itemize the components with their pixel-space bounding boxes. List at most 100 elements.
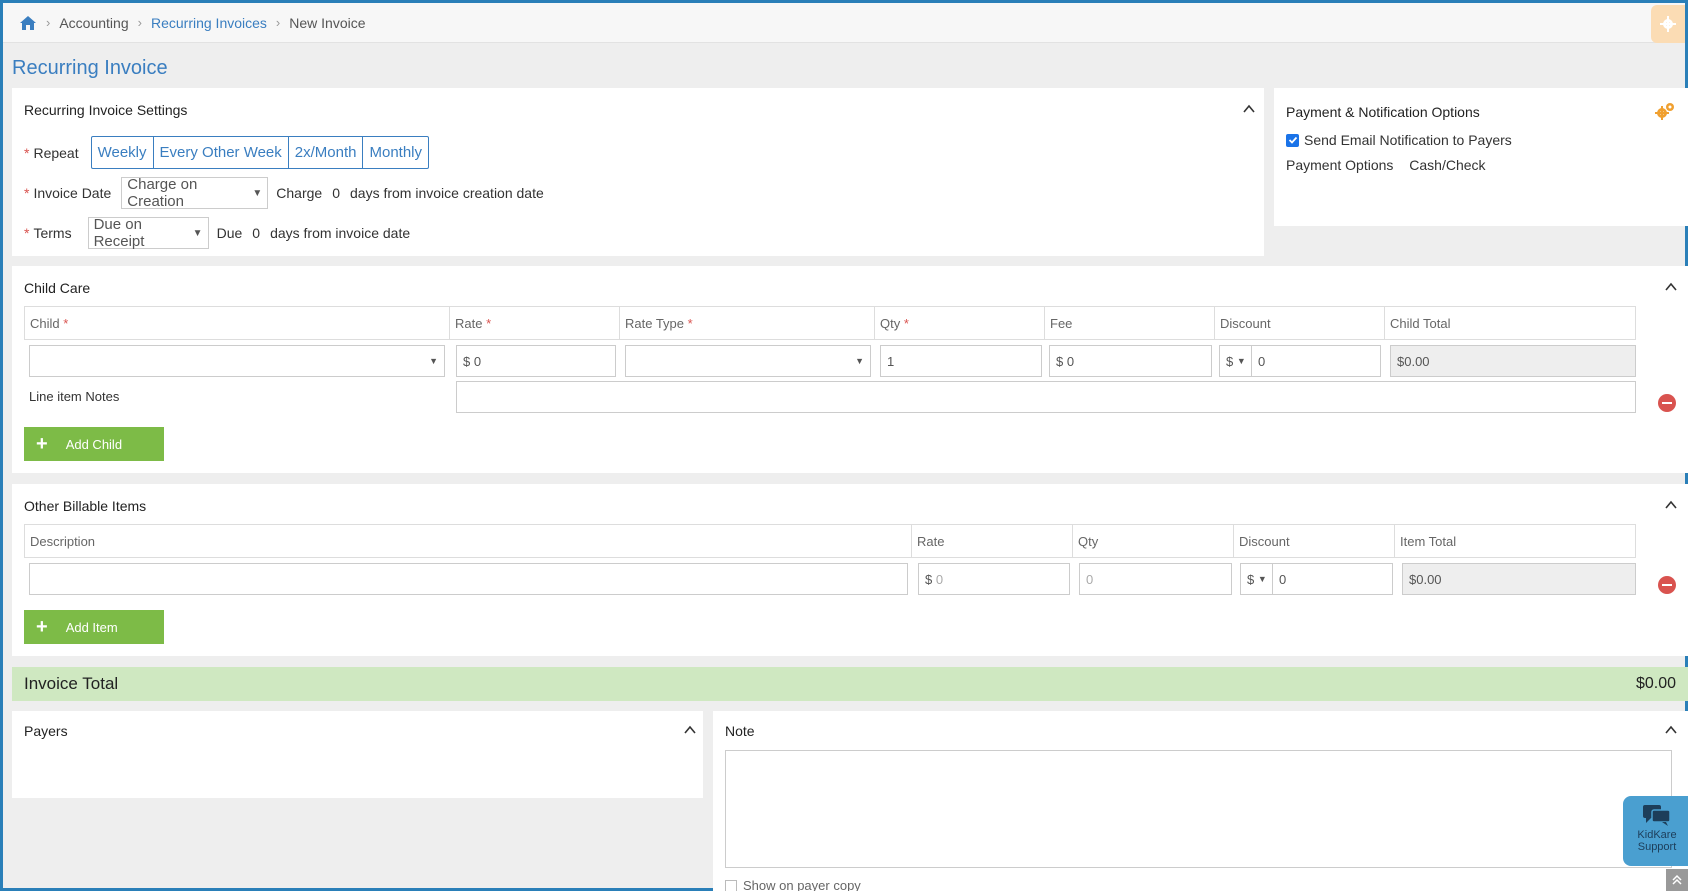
support-label-1: KidKare xyxy=(1637,829,1677,841)
show-on-payer-checkbox[interactable] xyxy=(725,879,737,891)
invoice-date-label: Invoice Date xyxy=(33,185,112,201)
fee-input[interactable]: $ 0 xyxy=(1049,345,1212,377)
breadcrumb-recurring-invoices[interactable]: Recurring Invoices xyxy=(151,15,267,31)
payment-options-label: Payment Options xyxy=(1286,157,1394,173)
note-title: Note xyxy=(725,723,755,739)
payment-panel: Payment & Notification Options Send Emai… xyxy=(1274,88,1688,226)
invoice-date-row: * Invoice Date Charge on Creation ▼ Char… xyxy=(24,176,544,210)
chevron-right-icon: › xyxy=(137,15,142,30)
repeat-every-other-week[interactable]: Every Other Week xyxy=(154,137,289,168)
chevron-right-icon: › xyxy=(275,15,281,30)
col-description: Description xyxy=(24,524,911,558)
send-email-row: Send Email Notification to Payers xyxy=(1286,132,1512,148)
due-days[interactable]: 0 xyxy=(252,225,260,241)
payment-options-value: Cash/Check xyxy=(1409,157,1486,173)
col-rate-type: Rate Type * xyxy=(619,306,874,340)
chevron-up-icon[interactable] xyxy=(1664,498,1678,512)
charge-prefix: Charge xyxy=(276,185,323,201)
send-email-label: Send Email Notification to Payers xyxy=(1304,132,1512,148)
support-label-2: Support xyxy=(1637,841,1677,853)
charge-suffix: days from invoice creation date xyxy=(350,185,544,201)
child-select[interactable]: ▼ xyxy=(29,345,445,377)
caret-down-icon: ▼ xyxy=(1257,574,1267,584)
due-suffix: days from invoice date xyxy=(270,225,411,241)
repeat-weekly[interactable]: Weekly xyxy=(92,137,154,168)
col-rate: Rate * xyxy=(449,306,619,340)
repeat-label: Repeat xyxy=(33,144,79,161)
terms-value: Due on Receipt xyxy=(93,216,145,250)
terms-row: * Terms Due on Receipt ▼ Due 0 days from… xyxy=(24,216,411,250)
breadcrumb-accounting[interactable]: Accounting xyxy=(59,15,128,31)
terms-select[interactable]: Due on Receipt ▼ xyxy=(87,216,209,250)
add-child-button[interactable]: + Add Child xyxy=(24,427,164,461)
col-qty: Qty * xyxy=(874,306,1044,340)
page-title: Recurring Invoice xyxy=(12,57,168,79)
add-child-label: Add Child xyxy=(65,436,123,452)
payment-title: Payment & Notification Options xyxy=(1286,104,1480,120)
caret-down-icon: ▼ xyxy=(192,227,203,239)
item-total-field: $0.00 xyxy=(1402,563,1636,595)
caret-down-icon: ▼ xyxy=(855,356,864,366)
repeat-options: Weekly Every Other Week 2x/Month Monthly xyxy=(90,136,430,169)
support-widget[interactable]: KidKare Support xyxy=(1623,796,1688,866)
discount-type-select[interactable]: $ ▼ xyxy=(1219,345,1252,377)
discount-input[interactable]: 0 xyxy=(1251,345,1381,377)
payment-options-row: Payment Options Cash/Check xyxy=(1286,157,1486,173)
item-discount-input[interactable]: 0 xyxy=(1272,563,1393,595)
chevron-up-icon[interactable] xyxy=(1664,723,1678,737)
col-item-discount: Discount xyxy=(1233,524,1394,558)
charge-days[interactable]: 0 xyxy=(332,185,340,201)
chevron-right-icon: › xyxy=(46,15,51,30)
item-rate-input[interactable]: $ 0 xyxy=(918,563,1070,595)
chevron-up-icon[interactable] xyxy=(1664,280,1678,294)
payers-panel: Payers xyxy=(12,711,703,798)
breadcrumb-current: New Invoice xyxy=(289,14,366,31)
plus-icon: + xyxy=(36,433,48,455)
add-item-label: Add Item xyxy=(65,619,118,635)
other-items-panel: Other Billable Items Description Rate Qt… xyxy=(12,484,1688,656)
caret-down-icon: ▼ xyxy=(1236,356,1246,366)
repeat-monthly[interactable]: Monthly xyxy=(363,137,428,168)
payers-title: Payers xyxy=(24,723,68,739)
child-total-field: $0.00 xyxy=(1390,345,1636,377)
scroll-top-button[interactable] xyxy=(1666,869,1688,891)
invoice-date-select[interactable]: Charge on Creation ▼ xyxy=(121,176,269,210)
description-input[interactable] xyxy=(29,563,908,595)
caret-down-icon: ▼ xyxy=(429,356,438,366)
invoice-total-bar: Invoice Total $0.00 xyxy=(12,667,1688,701)
rate-type-select[interactable]: ▼ xyxy=(625,345,871,377)
chevron-up-icon[interactable] xyxy=(683,723,697,737)
double-chevron-up-icon xyxy=(1672,874,1682,885)
breadcrumb: › Accounting › Recurring Invoices › New … xyxy=(19,15,366,31)
other-items-title: Other Billable Items xyxy=(24,498,147,514)
line-item-notes-label: Line item Notes xyxy=(29,389,120,404)
item-qty-input[interactable]: 0 xyxy=(1079,563,1232,595)
note-textarea[interactable] xyxy=(725,750,1672,868)
settings-panel: Recurring Invoice Settings * Repeat Week… xyxy=(12,88,1264,256)
remove-item-icon[interactable] xyxy=(1658,576,1676,594)
settings-tab[interactable] xyxy=(1651,5,1685,43)
remove-row-icon[interactable] xyxy=(1658,394,1676,412)
gears-icon[interactable] xyxy=(1654,101,1676,121)
gear-icon xyxy=(1660,16,1676,32)
repeat-2x-month[interactable]: 2x/Month xyxy=(289,137,364,168)
col-item-qty: Qty xyxy=(1072,524,1233,558)
col-item-rate: Rate xyxy=(911,524,1072,558)
rate-input[interactable]: $ 0 xyxy=(456,345,616,377)
chevron-up-icon[interactable] xyxy=(1242,102,1256,116)
qty-input[interactable]: 1 xyxy=(880,345,1042,377)
col-child-total: Child Total xyxy=(1384,306,1636,340)
home-icon[interactable] xyxy=(19,15,37,31)
item-discount-type-select[interactable]: $ ▼ xyxy=(1240,563,1273,595)
child-care-panel: Child Care Child * Rate * Rate Type * Qt… xyxy=(12,266,1688,473)
repeat-row: * Repeat Weekly Every Other Week 2x/Mont… xyxy=(24,136,430,169)
add-item-button[interactable]: + Add Item xyxy=(24,610,164,644)
top-bar: › Accounting › Recurring Invoices › New … xyxy=(3,3,1685,43)
check-icon xyxy=(1288,136,1297,144)
invoice-date-value: Charge on Creation xyxy=(127,176,198,210)
terms-label: Terms xyxy=(33,225,72,241)
due-prefix: Due xyxy=(216,225,243,241)
line-item-notes-input[interactable] xyxy=(456,381,1636,413)
send-email-checkbox[interactable] xyxy=(1286,133,1299,147)
note-panel: Note Show on payer copy xyxy=(713,711,1688,891)
